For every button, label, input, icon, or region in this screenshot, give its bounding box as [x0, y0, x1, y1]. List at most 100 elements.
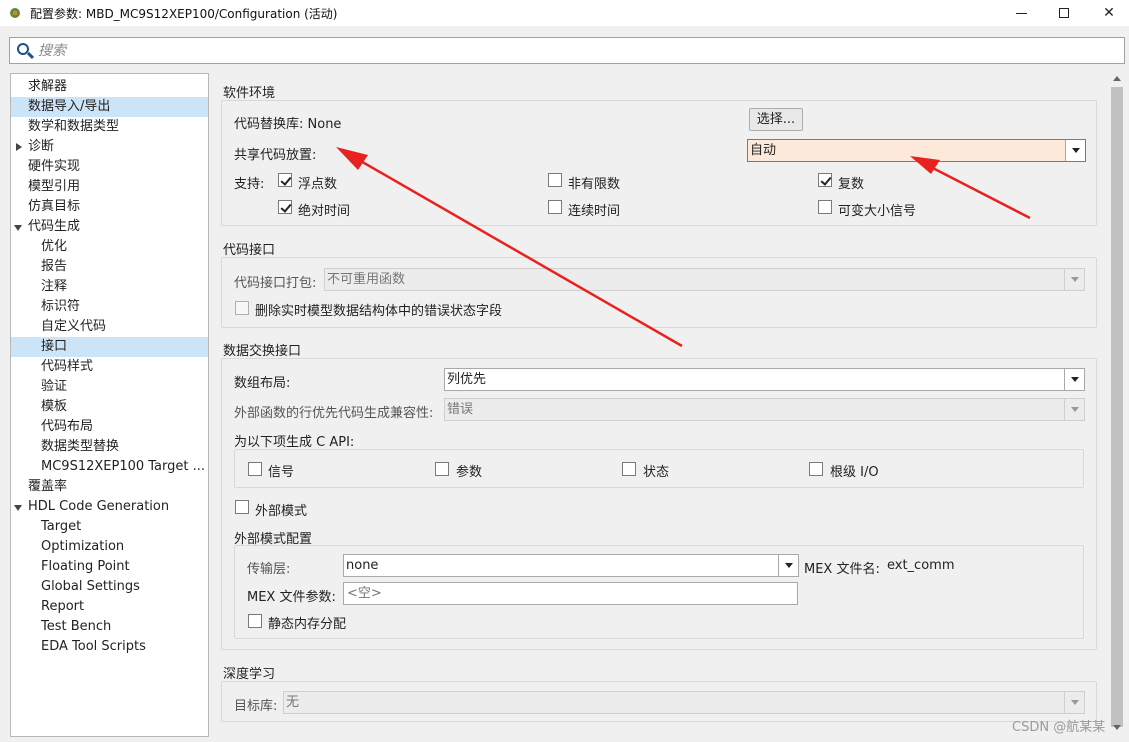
scroll-thumb[interactable]	[1111, 87, 1123, 727]
packaging-dropdown[interactable]: 不可重用函数	[324, 268, 1085, 291]
tree-item-label: 覆盖率	[28, 479, 68, 494]
section-title-software-env: 软件环境	[223, 86, 276, 101]
tree-item-label: 代码布局	[41, 419, 94, 434]
tree-item[interactable]: 模型引用	[11, 177, 208, 197]
chevron-down-icon	[1064, 692, 1084, 713]
vertical-scrollbar[interactable]	[1109, 73, 1125, 737]
tree-item[interactable]: 验证	[11, 377, 208, 397]
capi-signals-checkbox[interactable]	[248, 462, 262, 476]
tree-item[interactable]: 注释	[11, 277, 208, 297]
non-finite-checkbox[interactable]	[548, 173, 562, 187]
tree-item[interactable]: Target	[11, 517, 208, 537]
external-mode-label: 外部模式	[255, 504, 308, 519]
variable-size-checkbox[interactable]	[818, 200, 832, 214]
absolute-time-label: 绝对时间	[298, 204, 351, 219]
transport-label: 传输层:	[247, 562, 291, 577]
search-bar[interactable]	[9, 37, 1125, 64]
tree-item[interactable]: 模板	[11, 397, 208, 417]
static-memory-label: 静态内存分配	[268, 617, 347, 632]
tree-item[interactable]: 数据导入/导出	[11, 97, 208, 117]
shared-code-dropdown[interactable]: 自动	[747, 139, 1086, 162]
maximize-icon[interactable]	[1041, 0, 1087, 26]
tree-item-label: 模型引用	[28, 179, 81, 194]
ext-fn-compat-value: 错误	[447, 402, 474, 417]
tree-item[interactable]: Global Settings	[11, 577, 208, 597]
array-layout-dropdown[interactable]: 列优先	[444, 368, 1085, 391]
chevron-down-icon	[1064, 399, 1084, 420]
tree-item[interactable]: Optimization	[11, 537, 208, 557]
tree-item-label: 诊断	[28, 139, 55, 154]
tree-item-label: 优化	[41, 239, 68, 254]
tree-item-label: Global Settings	[41, 579, 140, 594]
tree-item[interactable]: 仿真目标	[11, 197, 208, 217]
continuous-time-checkbox[interactable]	[548, 200, 562, 214]
capi-root-io-label: 根级 I/O	[830, 465, 879, 480]
tree-item[interactable]: HDL Code Generation	[11, 497, 208, 517]
tree-item[interactable]: 硬件实现	[11, 157, 208, 177]
array-layout-label: 数组布局:	[234, 376, 291, 391]
capi-root-io-checkbox[interactable]	[809, 462, 823, 476]
target-lib-dropdown[interactable]: 无	[283, 691, 1085, 714]
tree-item-label: Optimization	[41, 539, 125, 554]
tree-item[interactable]: 优化	[11, 237, 208, 257]
expand-right-icon[interactable]	[16, 143, 22, 151]
transport-dropdown[interactable]: none	[343, 554, 799, 577]
settings-panel: 软件环境 代码替换库: None 选择... 共享代码放置: 自动 支持: 浮点…	[213, 73, 1108, 737]
tree-item-label: 模板	[41, 399, 68, 414]
target-lib-value: 无	[286, 695, 300, 710]
variable-size-label: 可变大小信号	[838, 204, 917, 219]
ext-fn-compat-dropdown[interactable]: 错误	[444, 398, 1085, 421]
static-memory-checkbox[interactable]	[248, 614, 262, 628]
tree-item-label: Report	[41, 599, 85, 614]
tree-item[interactable]: 接口	[11, 337, 208, 357]
tree-item[interactable]: 标识符	[11, 297, 208, 317]
mex-args-input[interactable]	[343, 582, 798, 605]
capi-signals-label: 信号	[268, 465, 295, 480]
expand-down-icon[interactable]	[14, 505, 22, 511]
support-label: 支持:	[234, 177, 265, 192]
tree-item[interactable]: 数据类型替换	[11, 437, 208, 457]
section-title-deep-learning: 深度学习	[223, 667, 276, 682]
search-input[interactable]	[38, 42, 438, 59]
expand-down-icon[interactable]	[14, 225, 22, 231]
tree-item[interactable]: Test Bench	[11, 617, 208, 637]
ext-fn-compat-label: 外部函数的行优先代码生成兼容性:	[234, 406, 434, 421]
scroll-up-icon[interactable]	[1113, 76, 1121, 81]
tree-item-label: 报告	[41, 259, 68, 274]
floating-point-checkbox[interactable]	[278, 173, 292, 187]
tree-item[interactable]: 代码样式	[11, 357, 208, 377]
tree-item[interactable]: 诊断	[11, 137, 208, 157]
minimize-icon[interactable]	[998, 0, 1044, 26]
tree-item-label: 数学和数据类型	[28, 119, 120, 134]
tree-item[interactable]: 报告	[11, 257, 208, 277]
tree-item-label: EDA Tool Scripts	[41, 639, 146, 654]
select-button[interactable]: 选择...	[749, 108, 803, 131]
chevron-down-icon	[1065, 140, 1085, 161]
floating-point-label: 浮点数	[298, 177, 338, 192]
tree-item[interactable]: 覆盖率	[11, 477, 208, 497]
tree-item-label: 自定义代码	[41, 319, 107, 334]
tree-item[interactable]: 数学和数据类型	[11, 117, 208, 137]
tree-item[interactable]: MC9S12XEP100 Target ...	[11, 457, 208, 477]
capi-params-checkbox[interactable]	[435, 462, 449, 476]
tree-item[interactable]: 代码布局	[11, 417, 208, 437]
scroll-down-icon[interactable]	[1113, 725, 1121, 730]
tree-item[interactable]: Floating Point	[11, 557, 208, 577]
capi-states-label: 状态	[643, 465, 670, 480]
capi-states-checkbox[interactable]	[622, 462, 636, 476]
tree-item[interactable]: 自定义代码	[11, 317, 208, 337]
search-icon	[15, 41, 35, 61]
tree-item-label: 求解器	[28, 79, 68, 94]
tree-item-label: 硬件实现	[28, 159, 81, 174]
close-icon[interactable]: ✕	[1086, 0, 1129, 26]
external-mode-checkbox[interactable]	[235, 500, 249, 514]
absolute-time-checkbox[interactable]	[278, 200, 292, 214]
tree-item[interactable]: Report	[11, 597, 208, 617]
mex-args-label: MEX 文件参数:	[247, 590, 336, 605]
tree-item[interactable]: 求解器	[11, 77, 208, 97]
tree-item[interactable]: 代码生成	[11, 217, 208, 237]
capi-params-label: 参数	[456, 465, 483, 480]
tree-item[interactable]: EDA Tool Scripts	[11, 637, 208, 657]
complex-checkbox[interactable]	[818, 173, 832, 187]
remove-error-status-checkbox[interactable]	[235, 301, 249, 315]
